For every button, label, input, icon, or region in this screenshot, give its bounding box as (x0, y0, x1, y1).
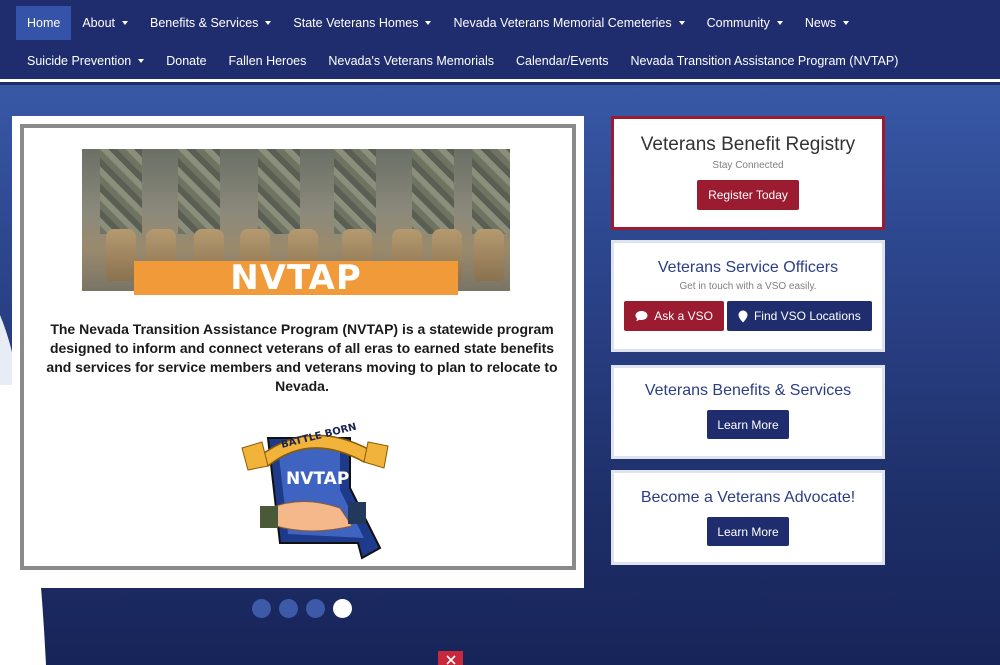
ask-a-vso-button[interactable]: Ask a VSO (624, 301, 724, 331)
hero-slider[interactable]: NVTAP The Nevada Transition Assistance P… (12, 116, 584, 588)
nav-item-about[interactable]: About (71, 6, 139, 40)
nav-label: Suicide Prevention (27, 54, 132, 68)
nav-label: News (804, 16, 837, 30)
nav-item-fallen-heroes[interactable]: Fallen Heroes (218, 44, 318, 78)
caret-down-icon (776, 21, 783, 25)
nav-item-community[interactable]: Community (696, 6, 794, 40)
caret-down-icon (122, 21, 129, 25)
caret-down-icon (138, 59, 145, 63)
nav-label: Calendar/Events (516, 54, 609, 68)
map-marker-icon (738, 310, 748, 322)
nav-row-secondary: Suicide Prevention Donate Fallen Heroes … (16, 44, 909, 78)
caret-down-icon (265, 21, 272, 25)
nav-label: Nevada's Veterans Memorials (328, 54, 495, 68)
caret-down-icon (678, 21, 685, 25)
nav-label: Donate (166, 54, 207, 68)
nav-label: Community (706, 16, 770, 30)
close-icon (445, 655, 456, 665)
caret-down-icon (843, 21, 850, 25)
caret-down-icon (425, 21, 432, 25)
veterans-benefit-registry-card: Veterans Benefit Registry Stay Connected… (611, 116, 885, 230)
main-navigation: Home About Benefits & Services State Vet… (0, 0, 1000, 82)
slide-frame: NVTAP The Nevada Transition Assistance P… (20, 124, 576, 570)
become-veterans-advocate-card: Become a Veterans Advocate! Learn More (611, 470, 885, 565)
slider-dot-1[interactable] (252, 599, 271, 618)
close-tab[interactable] (438, 651, 463, 665)
nvtap-battle-born-logo: BATTLE BORN NVTAP (241, 422, 389, 560)
nav-item-donate[interactable]: Donate (155, 44, 217, 78)
nav-label: Benefits & Services (150, 16, 259, 30)
register-today-button[interactable]: Register Today (697, 180, 799, 210)
nav-item-nvtap[interactable]: Nevada Transition Assistance Program (NV… (619, 44, 909, 78)
nav-label: Nevada Transition Assistance Program (NV… (630, 54, 899, 68)
veterans-service-officers-card: Veterans Service Officers Get in touch w… (611, 240, 885, 352)
nav-item-suicide-prevention[interactable]: Suicide Prevention (16, 44, 155, 78)
nav-item-calendar-events[interactable]: Calendar/Events (505, 44, 619, 78)
button-label: Find VSO Locations (753, 309, 861, 323)
slider-pagination (252, 599, 352, 618)
nav-item-benefits-services[interactable]: Benefits & Services (139, 6, 282, 40)
card-title: Veterans Benefits & Services (644, 382, 852, 399)
nav-label: Fallen Heroes (228, 54, 307, 68)
benefits-learn-more-button[interactable]: Learn More (707, 410, 789, 439)
card-title: Veterans Benefit Registry (640, 134, 856, 155)
card-title: Become a Veterans Advocate! (640, 489, 856, 506)
slide-description: The Nevada Transition Assistance Program… (46, 321, 558, 394)
card-title: Veterans Service Officers (657, 259, 839, 276)
nav-item-veterans-memorials[interactable]: Nevada's Veterans Memorials (317, 44, 505, 78)
find-vso-locations-button[interactable]: Find VSO Locations (726, 301, 872, 331)
nav-item-state-veterans-homes[interactable]: State Veterans Homes (282, 6, 442, 40)
svg-text:NVTAP: NVTAP (286, 469, 349, 489)
button-label: Ask a VSO (654, 309, 713, 323)
nav-label: State Veterans Homes (293, 16, 419, 30)
card-subtitle: Get in touch with a VSO easily. (679, 281, 817, 292)
slider-dot-4-active[interactable] (333, 599, 352, 618)
advocate-learn-more-button[interactable]: Learn More (707, 517, 789, 546)
nvtap-banner: NVTAP (134, 258, 458, 298)
nav-row-primary: Home About Benefits & Services State Vet… (16, 6, 860, 40)
nav-label: Nevada Veterans Memorial Cemeteries (453, 16, 672, 30)
nav-label: About (82, 16, 116, 30)
card-subtitle: Stay Connected (712, 160, 784, 171)
chat-bubble-icon (635, 311, 648, 322)
slider-dot-2[interactable] (279, 599, 298, 618)
nav-item-news[interactable]: News (794, 6, 860, 40)
veterans-benefits-services-card: Veterans Benefits & Services Learn More (611, 365, 885, 459)
nav-item-home[interactable]: Home (16, 6, 72, 40)
nav-item-memorial-cemeteries[interactable]: Nevada Veterans Memorial Cemeteries (442, 6, 695, 40)
nav-label: Home (27, 16, 61, 30)
slider-dot-3[interactable] (306, 599, 325, 618)
